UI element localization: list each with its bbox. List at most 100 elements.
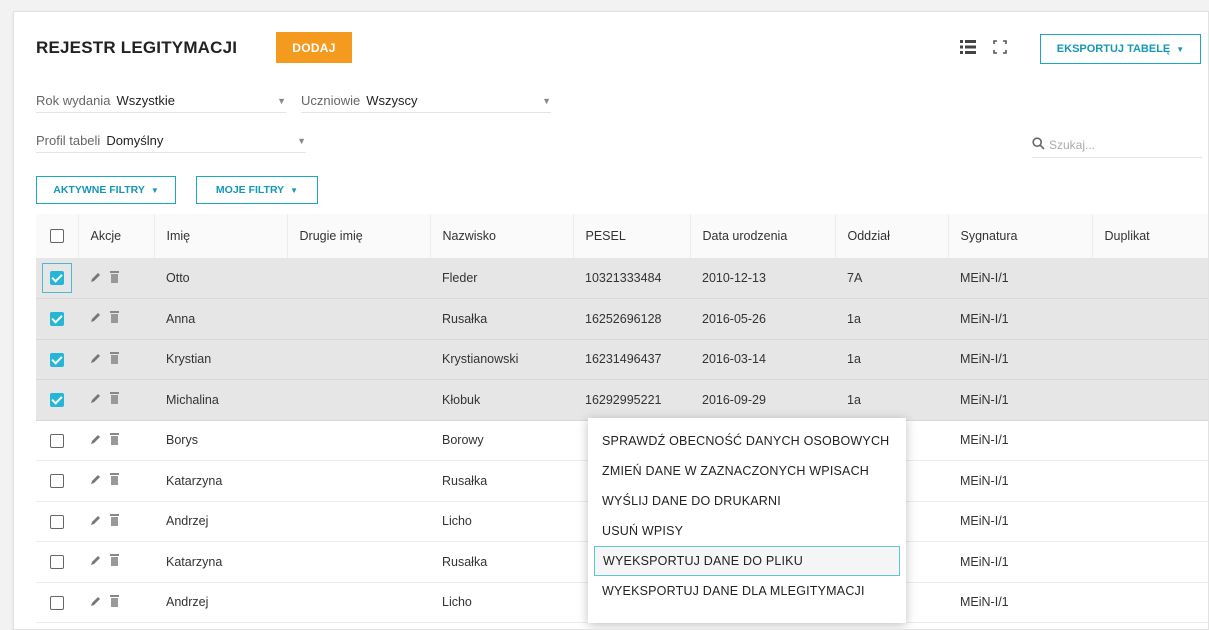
trash-icon[interactable] bbox=[110, 473, 119, 488]
cell-class: 1a bbox=[835, 339, 948, 380]
menu-item[interactable]: ZMIEŃ DANE W ZAZNACZONYCH WPISACH bbox=[594, 456, 900, 486]
pencil-icon[interactable] bbox=[90, 311, 102, 326]
cell-dob: 2016-03-14 bbox=[690, 339, 835, 380]
list-view-icon[interactable] bbox=[958, 37, 978, 57]
pencil-icon[interactable] bbox=[90, 352, 102, 367]
trash-icon[interactable] bbox=[110, 513, 119, 529]
page-title: REJESTR LEGITYMACJI bbox=[36, 38, 238, 57]
students-select[interactable]: Uczniowie Wszyscy ▼ bbox=[301, 89, 551, 113]
row-actions bbox=[78, 582, 154, 623]
menu-item[interactable]: WYEKSPORTUJ DANE DLA MLEGITYMACJI bbox=[594, 576, 900, 606]
col-header-last-name[interactable]: Nazwisko bbox=[430, 214, 574, 259]
trash-icon[interactable] bbox=[110, 351, 119, 367]
row-select-cell bbox=[36, 541, 78, 583]
search-placeholder: Szukaj... bbox=[1049, 137, 1096, 152]
cell-first-name: Katarzyna bbox=[154, 541, 287, 583]
table-row[interactable]: Michalina Kłobuk 16292995221 2016-09-29 1a ME… bbox=[36, 379, 1208, 421]
export-table-label: EKSPORTUJ TABELĘ bbox=[1056, 43, 1171, 55]
cell-dob: 2016-05-26 bbox=[690, 298, 835, 340]
cell-dob: 2016-09-29 bbox=[690, 379, 835, 421]
trash-icon[interactable] bbox=[110, 392, 119, 407]
cell-last-name: Krystianowski bbox=[430, 339, 573, 380]
menu-item[interactable]: USUŃ WPISY bbox=[594, 516, 900, 546]
cell-duplicate bbox=[1092, 420, 1208, 461]
row-checkbox[interactable] bbox=[50, 271, 64, 286]
pencil-icon[interactable] bbox=[90, 473, 102, 488]
row-select-cell bbox=[36, 298, 78, 340]
pencil-icon[interactable] bbox=[90, 392, 102, 407]
col-header-class[interactable]: Oddział bbox=[835, 214, 949, 259]
caret-down-icon: ▼ bbox=[1176, 44, 1185, 54]
cell-signature: MEiN-I/1 bbox=[948, 298, 1092, 340]
add-button[interactable]: DODAJ bbox=[276, 32, 352, 63]
profile-select[interactable]: Profil tabeli Domyślny ▼ bbox=[36, 129, 306, 153]
row-checkbox[interactable] bbox=[50, 555, 64, 570]
row-select-cell bbox=[36, 339, 78, 380]
col-header-first-name[interactable]: Imię bbox=[154, 214, 288, 259]
col-header-signature[interactable]: Sygnatura bbox=[948, 214, 1093, 259]
row-checkbox[interactable] bbox=[50, 433, 64, 448]
trash-icon[interactable] bbox=[110, 554, 119, 569]
menu-item[interactable]: WYŚLIJ DANE DO DRUKARNI bbox=[594, 486, 900, 516]
row-checkbox[interactable] bbox=[50, 514, 64, 529]
pencil-icon[interactable] bbox=[90, 595, 102, 610]
col-header-middle-name[interactable]: Drugie imię bbox=[287, 214, 431, 259]
profile-value: Domyślny bbox=[106, 133, 164, 148]
active-filters-button[interactable]: AKTYWNE FILTRY ▼ bbox=[36, 176, 176, 204]
col-header-duplicate[interactable]: Duplikat bbox=[1092, 214, 1208, 259]
trash-icon[interactable] bbox=[110, 311, 119, 326]
cell-duplicate bbox=[1092, 258, 1208, 299]
cell-middle-name bbox=[287, 501, 430, 542]
cell-signature: MEiN-I/1 bbox=[948, 379, 1092, 421]
row-select-cell bbox=[36, 582, 78, 623]
cell-duplicate bbox=[1092, 298, 1208, 340]
row-checkbox[interactable] bbox=[50, 595, 64, 610]
col-header-actions[interactable]: Akcje bbox=[78, 214, 155, 259]
trash-icon[interactable] bbox=[110, 594, 119, 610]
cell-middle-name bbox=[287, 541, 430, 583]
cell-last-name: Rusałka bbox=[430, 298, 573, 340]
cell-signature: MEiN-I/1 bbox=[948, 541, 1092, 583]
fullscreen-icon[interactable] bbox=[990, 37, 1010, 57]
caret-down-icon: ▼ bbox=[277, 95, 286, 106]
row-checkbox[interactable] bbox=[50, 352, 64, 367]
cell-last-name: Borowy bbox=[430, 420, 573, 461]
search-input[interactable]: Szukaj... bbox=[1032, 132, 1202, 158]
row-select-cell bbox=[36, 420, 78, 461]
col-header-pesel[interactable]: PESEL bbox=[573, 214, 691, 259]
context-menu: SPRAWDŹ OBECNOŚĆ DANYCH OSOBOWYCH ZMIEŃ D… bbox=[588, 418, 906, 623]
select-all-checkbox[interactable] bbox=[50, 229, 64, 244]
cell-first-name: Anna bbox=[154, 298, 287, 340]
table-row[interactable]: Anna Rusałka 16252696128 2016-05-26 1a MEiN-I… bbox=[36, 298, 1208, 340]
pencil-icon[interactable] bbox=[90, 271, 102, 286]
export-table-button[interactable]: EKSPORTUJ TABELĘ ▼ bbox=[1040, 34, 1201, 64]
pencil-icon[interactable] bbox=[90, 554, 102, 569]
cell-signature: MEiN-I/1 bbox=[948, 258, 1092, 299]
col-header-dob[interactable]: Data urodzenia bbox=[690, 214, 836, 259]
cell-signature: MEiN-I/1 bbox=[948, 460, 1092, 502]
cell-duplicate bbox=[1092, 339, 1208, 380]
menu-item[interactable]: SPRAWDŹ OBECNOŚĆ DANYCH OSOBOWYCH bbox=[594, 426, 900, 456]
row-select-cell bbox=[36, 258, 78, 299]
pencil-icon[interactable] bbox=[90, 433, 102, 448]
trash-icon[interactable] bbox=[110, 270, 119, 286]
table-row[interactable]: Krystian Krystianowski 16231496437 2016-03-… bbox=[36, 339, 1208, 380]
trash-icon[interactable] bbox=[110, 432, 119, 448]
row-select-cell bbox=[36, 501, 78, 542]
row-checkbox[interactable] bbox=[50, 393, 64, 408]
cell-signature: MEiN-I/1 bbox=[948, 501, 1092, 542]
row-checkbox[interactable] bbox=[50, 474, 64, 489]
cell-first-name: Andrzej bbox=[154, 582, 287, 623]
menu-item[interactable]: WYEKSPORTUJ DANE DO PLIKU bbox=[594, 546, 900, 576]
profile-label: Profil tabeli bbox=[36, 133, 101, 148]
row-actions bbox=[78, 379, 154, 421]
pencil-icon[interactable] bbox=[90, 514, 102, 529]
row-checkbox[interactable] bbox=[50, 312, 64, 327]
row-actions bbox=[78, 501, 154, 542]
my-filters-button[interactable]: MOJE FILTRY ▼ bbox=[196, 176, 318, 204]
caret-down-icon: ▼ bbox=[290, 185, 299, 195]
cell-first-name: Krystian bbox=[154, 339, 287, 380]
row-actions bbox=[78, 298, 154, 340]
year-select[interactable]: Rok wydania Wszystkie ▼ bbox=[36, 89, 286, 113]
table-row[interactable]: Otto Fleder 10321333484 2010-12-13 7A MEiN-I/… bbox=[36, 258, 1208, 299]
